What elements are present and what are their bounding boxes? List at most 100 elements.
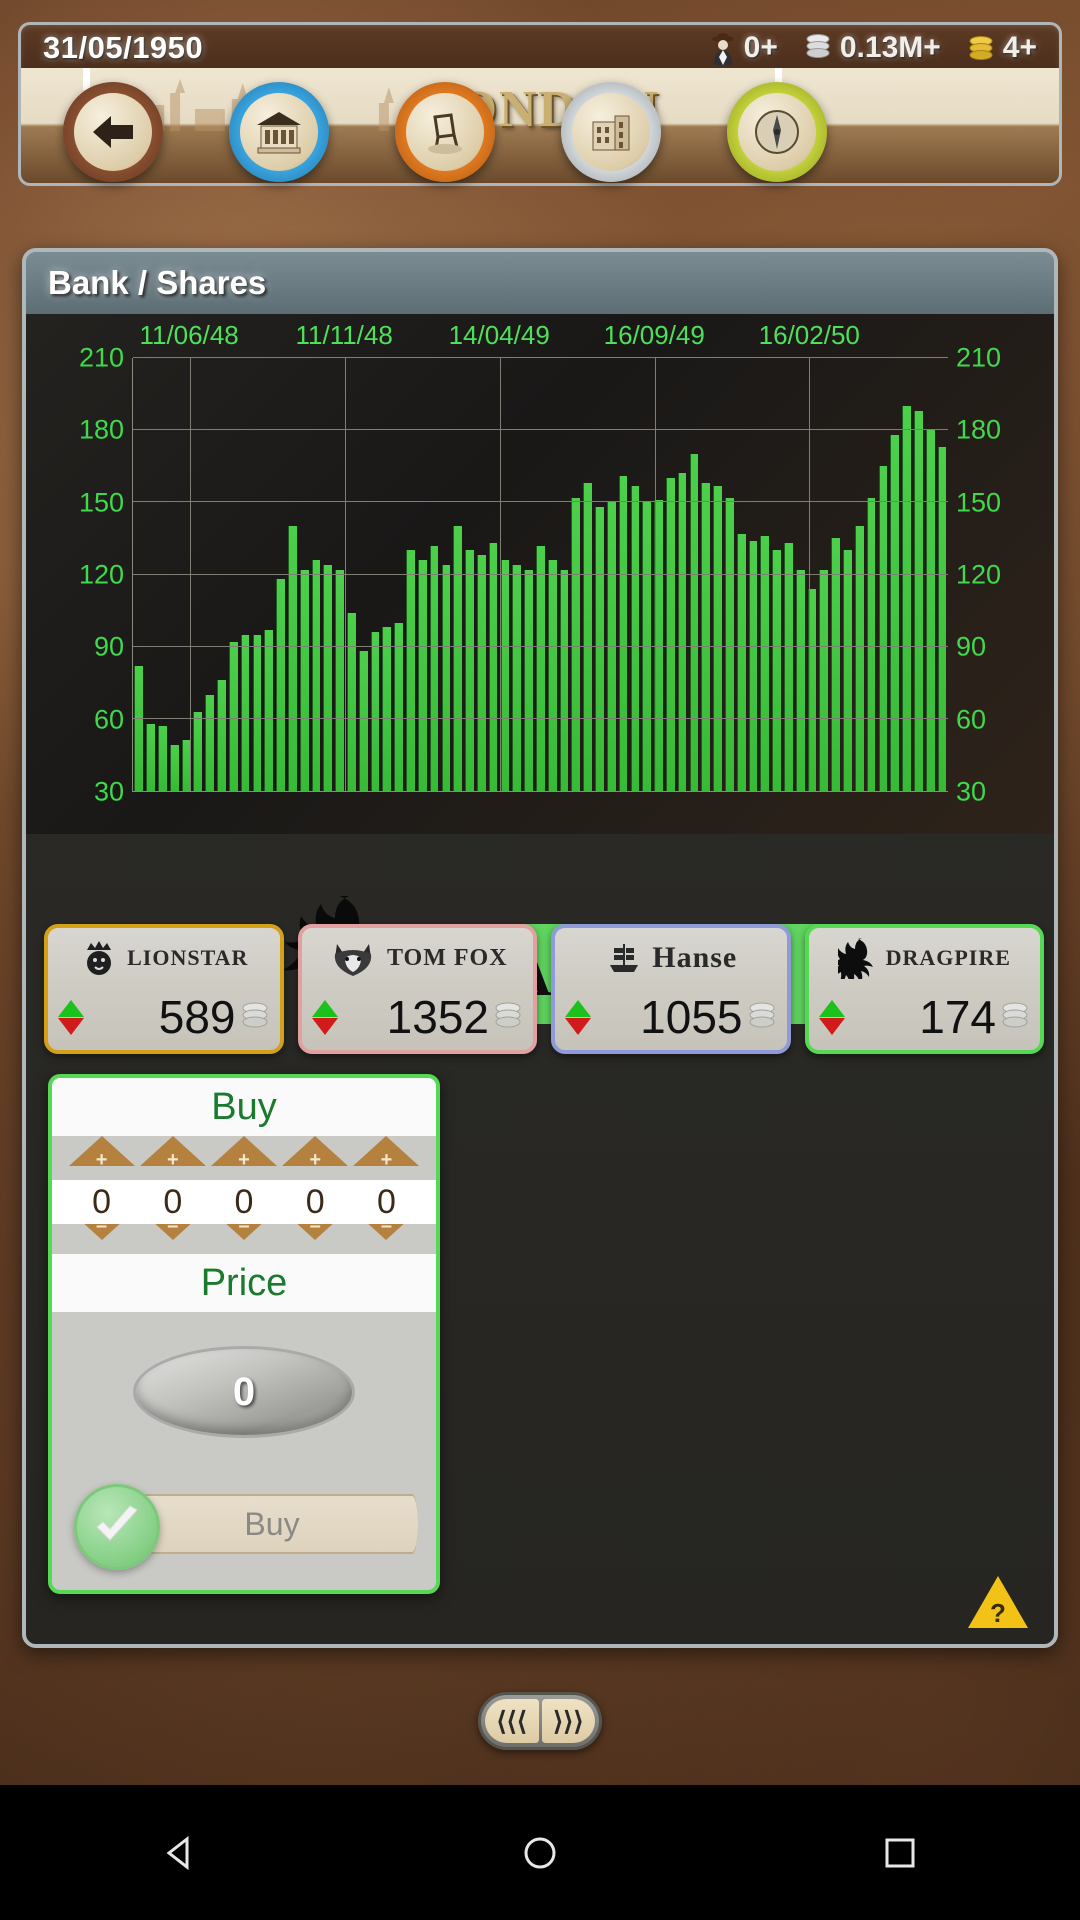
status-bar: 31/05/1950 0+ 0.13M+ 4+ xyxy=(18,22,1062,70)
city-name: LONDON xyxy=(419,81,661,138)
chart-x-tick: 11/11/48 xyxy=(295,320,393,350)
chart-bar xyxy=(831,538,841,791)
chart-y-tick: 30 xyxy=(956,776,987,807)
quantity-digit: 0 xyxy=(376,1182,396,1221)
checkmark-icon xyxy=(74,1484,160,1570)
trend-arrows[interactable] xyxy=(58,999,84,1035)
sailing-ship-icon xyxy=(604,941,644,975)
compass-button[interactable] xyxy=(727,82,827,182)
trend-arrows[interactable] xyxy=(818,999,845,1035)
help-badge[interactable]: ? xyxy=(968,1576,1028,1628)
dragon-icon xyxy=(837,937,878,979)
chart-bar xyxy=(488,543,498,791)
chart-bar xyxy=(524,569,533,791)
chart-bar xyxy=(146,723,155,791)
chart-vgridline xyxy=(344,358,346,791)
spy-stat[interactable]: 0+ xyxy=(710,31,778,65)
chart-gridline xyxy=(133,573,948,575)
company-name: Hanse xyxy=(652,941,738,974)
chart-bar xyxy=(595,507,604,791)
chart-bar xyxy=(689,454,699,791)
chart-vgridline xyxy=(499,358,501,791)
silver-stat[interactable]: 0.13M+ xyxy=(804,31,941,65)
chart-bar xyxy=(228,641,238,791)
chart-bar xyxy=(736,533,746,791)
increment-button[interactable]: + xyxy=(353,1136,420,1170)
arrow-up-icon[interactable] xyxy=(565,999,591,1017)
company-logo-row: DRAGPIRE xyxy=(809,928,1041,984)
company-card-hanse[interactable]: Hanse 1055 xyxy=(551,924,791,1054)
gold-amount: 4+ xyxy=(1002,30,1037,64)
chart-bar xyxy=(358,651,368,791)
chart-bar xyxy=(500,560,510,791)
chart-bar xyxy=(937,447,947,791)
triangle-back-icon[interactable] xyxy=(160,1833,200,1873)
price-value: 0 xyxy=(232,1369,256,1414)
chart-bar xyxy=(193,711,203,791)
circle-home-icon[interactable] xyxy=(520,1833,560,1873)
quantity-digit: 0 xyxy=(305,1182,325,1221)
silver-coins-icon xyxy=(240,1000,270,1034)
increment-button[interactable]: + xyxy=(211,1136,277,1170)
chart-y-tick: 60 xyxy=(956,704,987,735)
company-card-tom-fox[interactable]: TOM FOX 1352 xyxy=(297,924,537,1054)
arrow-down-icon[interactable] xyxy=(818,1017,845,1035)
chart-bar xyxy=(902,406,911,791)
quantity-steppers: + – + – + – + – + – 0 0 0 0 0 xyxy=(52,1136,436,1254)
chart-gridline xyxy=(133,357,948,358)
company-value-row: 589 xyxy=(48,990,280,1044)
chart-bar xyxy=(453,526,463,791)
square-recents-icon[interactable] xyxy=(880,1833,920,1873)
arrow-up-icon[interactable] xyxy=(818,999,845,1017)
chart-bar xyxy=(311,560,321,791)
gold-stat[interactable]: 4+ xyxy=(967,31,1037,65)
chart-bar xyxy=(429,545,439,791)
chart-bar xyxy=(240,634,250,791)
company-value-row: 174 xyxy=(809,990,1041,1044)
arrow-up-icon[interactable] xyxy=(58,999,84,1017)
arrow-down-icon[interactable] xyxy=(311,1017,338,1035)
chart-bar xyxy=(264,629,274,791)
chart-bar xyxy=(347,613,356,791)
chart-y-tick: 180 xyxy=(78,414,124,445)
page-title: Bank / Shares xyxy=(26,252,1054,314)
production-button[interactable] xyxy=(395,82,495,182)
chart-vgridline xyxy=(809,358,811,791)
arrow-down-icon[interactable] xyxy=(58,1017,84,1035)
chart-bar xyxy=(583,483,592,791)
chart-y-tick: 150 xyxy=(956,487,1002,518)
chart-bar xyxy=(665,478,675,791)
increment-button[interactable]: + xyxy=(139,1136,206,1170)
chart-y-tick: 90 xyxy=(93,631,124,662)
fast-forward-icon[interactable]: ⟩⟩⟩ xyxy=(541,1699,595,1743)
chart-bar xyxy=(843,550,852,791)
company-share-value: 589 xyxy=(158,991,236,1043)
game-speed-control: ⟨⟨⟨ ⟩⟩⟩ xyxy=(478,1692,602,1750)
quantity-digit: 0 xyxy=(234,1182,254,1221)
chart-bar xyxy=(701,483,711,791)
chart-y-tick: 90 xyxy=(956,631,987,662)
trend-arrows[interactable] xyxy=(311,999,338,1035)
arrow-down-icon[interactable] xyxy=(565,1017,591,1035)
arrow-up-icon[interactable] xyxy=(311,999,338,1017)
chart-y-tick: 180 xyxy=(956,414,1002,445)
confirm-buy-button[interactable]: Buy xyxy=(74,1484,422,1570)
chart-bar xyxy=(299,569,309,791)
company-share-value: 1352 xyxy=(386,991,489,1043)
chart-bar xyxy=(913,410,923,791)
back-button[interactable] xyxy=(63,82,163,182)
chart-bar xyxy=(547,560,557,791)
chart-bar xyxy=(571,497,581,791)
company-card-dragpire[interactable]: DRAGPIRE 174 xyxy=(804,924,1044,1054)
chart-bar xyxy=(536,545,545,791)
company-name: LIONSTAR xyxy=(127,945,249,970)
trend-arrows[interactable] xyxy=(565,999,591,1035)
warehouse-button[interactable] xyxy=(561,82,661,182)
chart-y-tick: 150 xyxy=(78,487,124,518)
chart-bar xyxy=(713,485,722,791)
increment-button[interactable]: + xyxy=(282,1136,349,1170)
rewind-icon[interactable]: ⟨⟨⟨ xyxy=(485,1699,539,1743)
bank-button[interactable] xyxy=(229,82,329,182)
company-card-lionstar[interactable]: LIONSTAR 589 xyxy=(44,924,284,1054)
increment-button[interactable]: + xyxy=(68,1136,135,1170)
